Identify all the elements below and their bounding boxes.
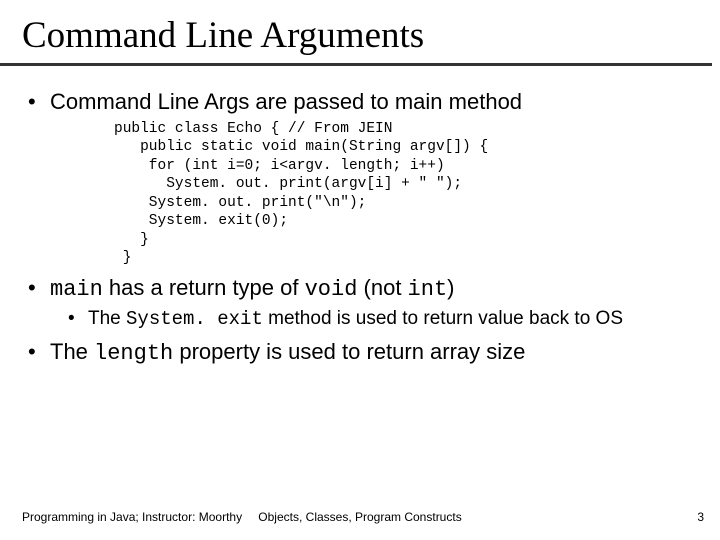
bullet-text: (not	[357, 275, 407, 300]
code-inline: int	[408, 277, 448, 302]
bullet-item: Command Line Args are passed to main met…	[26, 88, 694, 268]
bullet-text: property is used to return array size	[173, 339, 525, 364]
slide: Command Line Arguments Command Line Args…	[0, 0, 720, 540]
bullet-text: method is used to return value back to O…	[263, 308, 623, 329]
slide-title: Command Line Arguments	[0, 0, 720, 63]
code-inline: System. exit	[126, 308, 263, 330]
bullet-text: )	[447, 275, 454, 300]
code-inline: void	[305, 277, 358, 302]
sub-bullet-item: The System. exit method is used to retur…	[68, 307, 694, 332]
bullet-text: has a return type of	[103, 275, 305, 300]
sub-bullet-list: The System. exit method is used to retur…	[68, 307, 694, 332]
bullet-item: The length property is used to return ar…	[26, 338, 694, 368]
bullet-text: Command Line Args are passed to main met…	[50, 89, 522, 114]
footer-center: Objects, Classes, Program Constructs	[0, 510, 720, 524]
page-number: 3	[697, 510, 704, 524]
slide-body: Command Line Args are passed to main met…	[0, 66, 720, 368]
bullet-text: The	[50, 339, 94, 364]
code-inline: main	[50, 277, 103, 302]
code-inline: length	[94, 341, 173, 366]
code-block: public class Echo { // From JEIN public …	[114, 120, 694, 268]
bullet-list: Command Line Args are passed to main met…	[26, 88, 694, 368]
bullet-item: main has a return type of void (not int)…	[26, 274, 694, 332]
bullet-text: The	[88, 308, 126, 329]
